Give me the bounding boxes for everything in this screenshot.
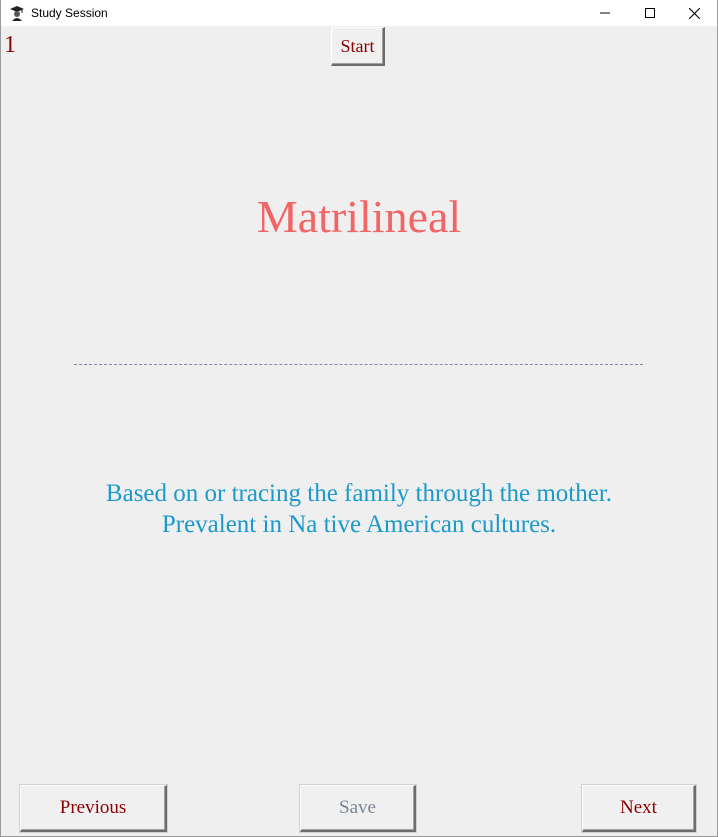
definition-line-1: Based on or tracing the family through t… — [105, 480, 613, 507]
maximize-icon — [644, 8, 655, 18]
save-button[interactable]: Save — [300, 785, 416, 832]
card-counter: 1 — [4, 32, 16, 58]
window-title: Study Session — [31, 6, 108, 20]
graduate-icon — [9, 5, 25, 21]
card-definition: Based on or tracing the family through t… — [1, 478, 717, 540]
title-bar[interactable]: Study Session — [1, 0, 717, 26]
window-controls — [582, 0, 717, 26]
next-button[interactable]: Next — [582, 785, 696, 832]
definition-line-2: Prevalent in Na tive American cultures. — [161, 511, 557, 538]
study-session-window: Study Session 1 Start Matrilineal Based … — [0, 0, 718, 837]
card-term: Matrilineal — [256, 191, 462, 242]
previous-button[interactable]: Previous — [20, 785, 167, 832]
card-divider — [74, 364, 643, 365]
minimize-icon — [599, 12, 610, 14]
minimize-button[interactable] — [582, 0, 627, 26]
maximize-button[interactable] — [627, 0, 672, 26]
start-button[interactable]: Start — [331, 27, 385, 66]
close-button[interactable] — [672, 0, 717, 26]
close-icon — [689, 7, 700, 19]
